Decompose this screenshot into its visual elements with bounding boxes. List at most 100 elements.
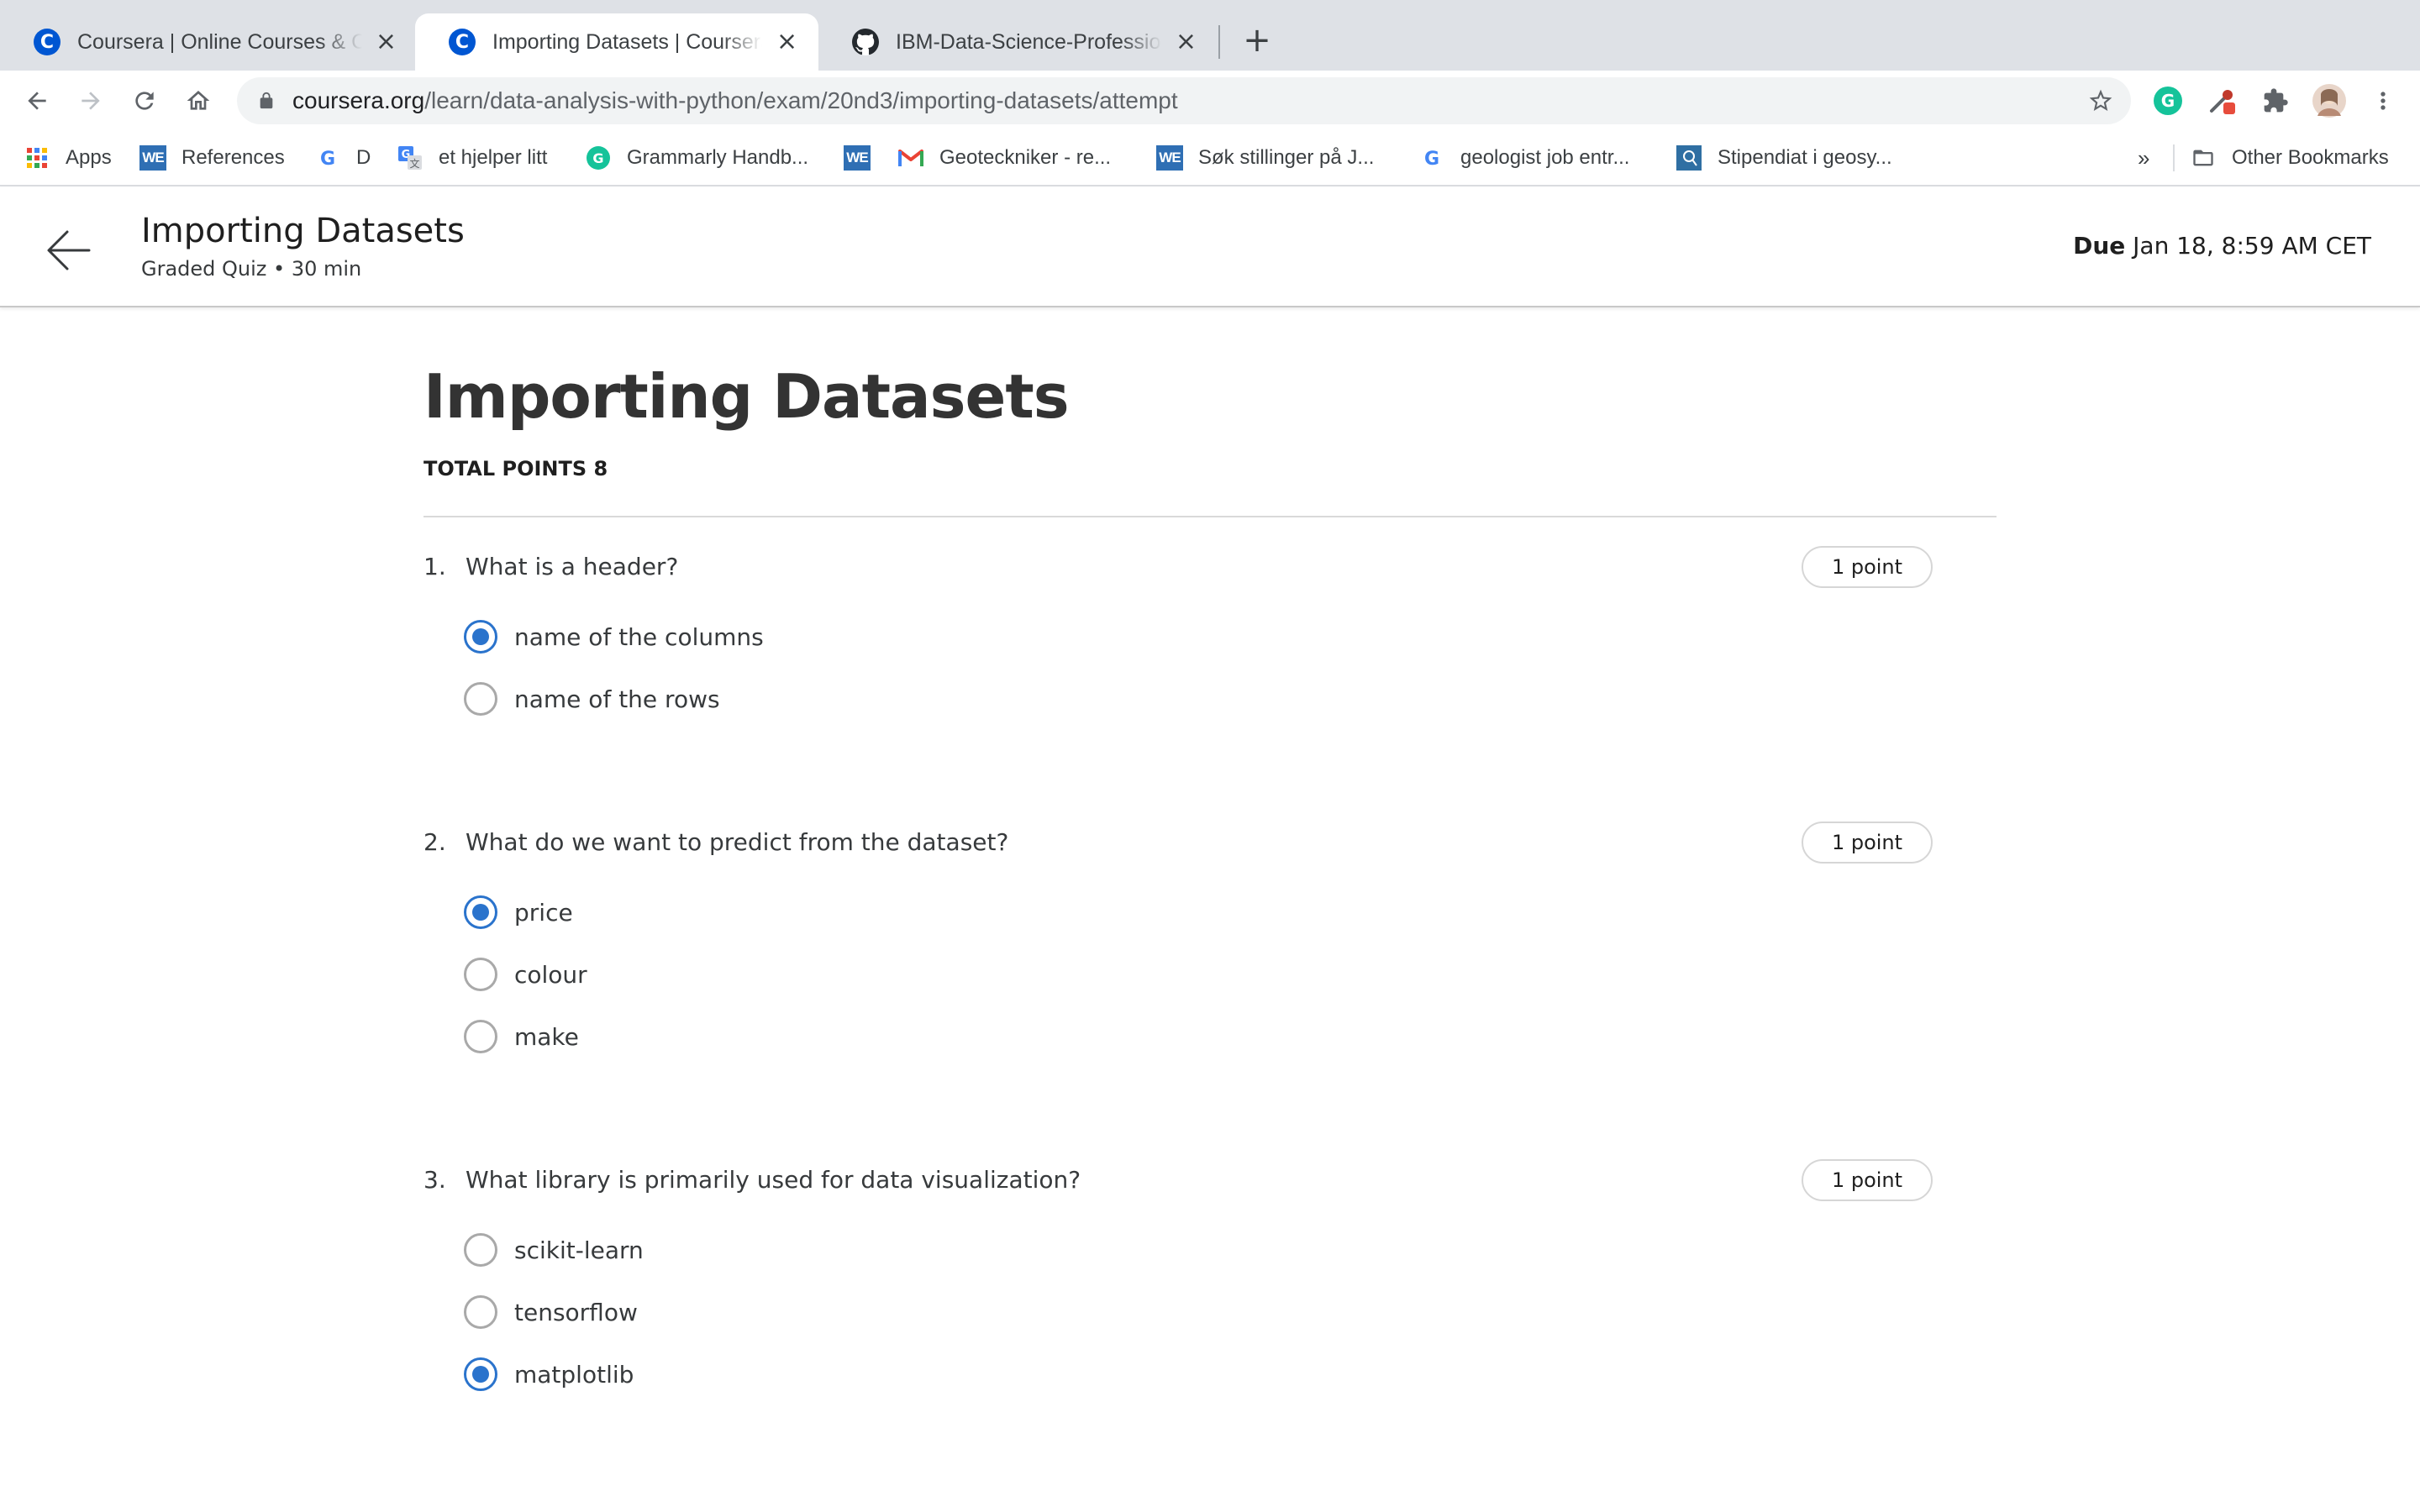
svg-text:文: 文 xyxy=(409,157,419,170)
option-name-of-the-columns[interactable]: name of the columns xyxy=(464,618,764,655)
bookmark-label: Apps xyxy=(66,146,112,169)
option-tensorflow[interactable]: tensorflow xyxy=(464,1294,638,1331)
bookmark-label: Søk stillinger på J... xyxy=(1198,146,1375,169)
tab-coursera-home[interactable]: C Coursera | Online Courses & Credential… xyxy=(0,13,417,71)
close-icon[interactable]: × xyxy=(1176,29,1197,55)
coursera-icon: C xyxy=(34,29,60,55)
bookmark-other-bookmarks[interactable]: Other Bookmarks xyxy=(2190,143,2389,173)
divider xyxy=(424,516,1996,517)
tab-github[interactable]: IBM-Data-Science-Professional-Certificat… xyxy=(818,13,1217,71)
bookmark-label: et hjelper litt xyxy=(439,146,548,169)
svg-text:G: G xyxy=(592,150,603,166)
radio-button[interactable] xyxy=(464,1233,497,1267)
back-button[interactable] xyxy=(20,84,54,118)
option-label: matplotlib xyxy=(514,1360,634,1389)
header-subtitle: Graded Quiz • 30 min xyxy=(141,257,362,281)
option-name-of-the-rows[interactable]: name of the rows xyxy=(464,680,720,717)
header-title: Importing Datasets xyxy=(141,212,465,250)
bookmark-label: Other Bookmarks xyxy=(2232,146,2389,169)
radio-button[interactable] xyxy=(464,1357,497,1391)
lock-icon xyxy=(260,92,273,109)
option-label: name of the columns xyxy=(514,622,764,651)
close-icon[interactable]: × xyxy=(376,29,397,55)
question-number: 3. xyxy=(424,1166,446,1194)
option-scikit-learn[interactable]: scikit-learn xyxy=(464,1231,644,1268)
url-host: coursera.org xyxy=(292,87,425,113)
grammarly-extension-icon[interactable]: G xyxy=(2149,82,2186,119)
reload-icon xyxy=(135,92,154,110)
more-vert-icon xyxy=(2381,92,2386,110)
site-icon xyxy=(1676,144,1702,171)
google-icon: G xyxy=(314,144,341,171)
bookmarks-overflow-button[interactable]: » xyxy=(2138,143,2149,173)
grammarly-icon: G xyxy=(585,144,612,171)
bookmark-label: Grammarly Handb... xyxy=(627,146,809,169)
tab-importing-datasets[interactable]: C Importing Datasets | Coursera × xyxy=(415,13,818,71)
close-icon[interactable]: × xyxy=(776,29,798,55)
home-icon xyxy=(187,91,210,110)
radio-button[interactable] xyxy=(464,1020,497,1053)
option-label: colour xyxy=(514,960,587,989)
question-text: What library is primarily used for data … xyxy=(466,1166,1081,1194)
star-icon[interactable] xyxy=(2087,87,2114,114)
arrow-left-icon xyxy=(47,230,91,270)
bookmark-geologist-job[interactable]: G geologist job entr... xyxy=(1418,143,1630,173)
we-icon: WE xyxy=(1156,144,1183,171)
browser-menu-button[interactable] xyxy=(2365,82,2402,119)
tab-title: Importing Datasets | Coursera xyxy=(492,29,763,54)
eyedropper-extension-icon[interactable] xyxy=(2203,82,2240,119)
question-number: 1. xyxy=(424,553,446,580)
quiz-header: Importing Datasets Graded Quiz • 30 min … xyxy=(0,186,2420,307)
bookmark-stipendiat[interactable]: Stipendiat i geosy... xyxy=(1676,143,1892,173)
address-bar[interactable]: coursera.org/learn/data-analysis-with-py… xyxy=(237,77,2131,124)
reload-button[interactable] xyxy=(128,84,161,118)
question-number: 2. xyxy=(424,828,446,856)
bookmark-label: geologist job entr... xyxy=(1460,146,1630,169)
bookmark-label: References xyxy=(182,146,285,169)
due-date: Due Jan 18, 8:59 AM CET xyxy=(2073,232,2371,260)
option-make[interactable]: make xyxy=(464,1018,579,1055)
option-matplotlib[interactable]: matplotlib xyxy=(464,1356,634,1393)
option-label: scikit-learn xyxy=(514,1236,644,1264)
new-tab-button[interactable]: + xyxy=(1239,22,1276,59)
arrow-left-icon xyxy=(28,92,46,110)
radio-button[interactable] xyxy=(464,1295,497,1329)
points-badge: 1 point xyxy=(1802,546,1933,588)
radio-button[interactable] xyxy=(464,895,497,929)
we-icon: WE xyxy=(844,144,871,171)
home-button[interactable] xyxy=(182,84,215,118)
option-label: tensorflow xyxy=(514,1298,638,1326)
forward-button[interactable] xyxy=(74,84,108,118)
puzzle-extensions-icon[interactable] xyxy=(2257,82,2294,119)
option-colour[interactable]: colour xyxy=(464,956,587,993)
arrow-right-icon xyxy=(82,92,100,110)
bookmark-apps[interactable]: Apps xyxy=(24,143,112,173)
bookmark-references[interactable]: WE References xyxy=(139,143,285,173)
back-to-course-button[interactable] xyxy=(45,227,92,274)
bookmark-sok-stillinger[interactable]: WE Søk stillinger på J... xyxy=(1156,143,1374,173)
option-price[interactable]: price xyxy=(464,894,573,931)
github-icon xyxy=(852,29,879,55)
total-points: TOTAL POINTS 8 xyxy=(424,457,608,480)
bookmark-et-hjelper-litt[interactable]: G文 et hjelper litt xyxy=(397,143,547,173)
url-text: coursera.org/learn/data-analysis-with-py… xyxy=(292,77,1178,124)
we-icon: WE xyxy=(139,144,166,171)
bookmark-d[interactable]: G D xyxy=(314,143,371,173)
points-badge: 1 point xyxy=(1802,1159,1933,1201)
option-label: make xyxy=(514,1022,579,1051)
bookmark-we[interactable]: WE xyxy=(844,143,886,173)
svg-text:G: G xyxy=(1424,149,1439,169)
bookmark-label: Stipendiat i geosy... xyxy=(1718,146,1892,169)
profile-avatar[interactable] xyxy=(2311,82,2348,119)
radio-button[interactable] xyxy=(464,958,497,991)
bookmark-geoteckniker[interactable]: Geoteckniker - re... xyxy=(897,143,1111,173)
gmail-icon xyxy=(897,144,924,171)
bookmark-grammarly[interactable]: G Grammarly Handb... xyxy=(585,143,808,173)
due-label: Due xyxy=(2073,232,2126,260)
points-badge: 1 point xyxy=(1802,822,1933,864)
option-label: name of the rows xyxy=(514,685,720,713)
radio-button[interactable] xyxy=(464,620,497,654)
tab-title: IBM-Data-Science-Professional-Certificat… xyxy=(896,29,1162,54)
radio-button[interactable] xyxy=(464,682,497,716)
folder-icon xyxy=(2190,144,2217,171)
